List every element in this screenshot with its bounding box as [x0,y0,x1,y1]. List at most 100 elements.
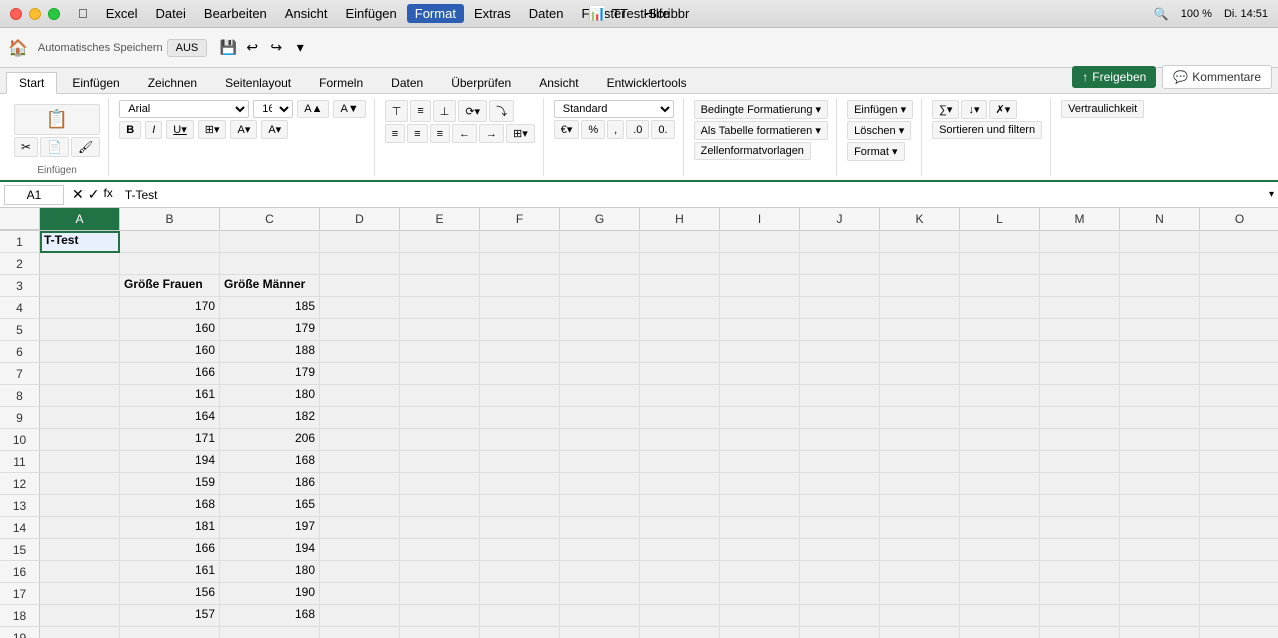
cell-L9[interactable] [960,407,1040,429]
cell-L19[interactable] [960,627,1040,638]
cell-D12[interactable] [320,473,400,495]
cell-C18[interactable]: 168 [220,605,320,627]
cell-E1[interactable] [400,231,480,253]
cell-E7[interactable] [400,363,480,385]
cell-D3[interactable] [320,275,400,297]
cell-L2[interactable] [960,253,1040,275]
cell-E16[interactable] [400,561,480,583]
tab-ueberprufen[interactable]: Überprüfen [438,72,524,93]
bearbeiten-menu[interactable]: Bearbeiten [196,4,275,23]
cell-C4[interactable]: 185 [220,297,320,319]
cell-N10[interactable] [1120,429,1200,451]
col-header-L[interactable]: L [960,208,1040,230]
cell-E12[interactable] [400,473,480,495]
minimize-button[interactable] [29,8,41,20]
cell-C5[interactable]: 179 [220,319,320,341]
cell-L1[interactable] [960,231,1040,253]
cell-C7[interactable]: 179 [220,363,320,385]
cell-I9[interactable] [720,407,800,429]
cell-M5[interactable] [1040,319,1120,341]
tab-ansicht[interactable]: Ansicht [526,72,591,93]
cell-N17[interactable] [1120,583,1200,605]
cell-M8[interactable] [1040,385,1120,407]
cell-L15[interactable] [960,539,1040,561]
cell-H17[interactable] [640,583,720,605]
col-header-K[interactable]: K [880,208,960,230]
cell-K2[interactable] [880,253,960,275]
cell-D10[interactable] [320,429,400,451]
font-name-select[interactable]: Arial [119,100,249,118]
cell-D6[interactable] [320,341,400,363]
align-bottom-button[interactable]: ⊥ [433,100,457,122]
cell-M2[interactable] [1040,253,1120,275]
cell-C16[interactable]: 180 [220,561,320,583]
cell-C19[interactable] [220,627,320,638]
traffic-lights[interactable] [10,8,60,20]
cell-G14[interactable] [560,517,640,539]
cell-F1[interactable] [480,231,560,253]
cell-F3[interactable] [480,275,560,297]
align-left-button[interactable]: ≡ [385,124,405,143]
cell-O13[interactable] [1200,495,1278,517]
cell-I8[interactable] [720,385,800,407]
table-format-button[interactable]: Als Tabelle formatieren ▾ [694,121,828,140]
cell-N18[interactable] [1120,605,1200,627]
cell-O16[interactable] [1200,561,1278,583]
cell-K5[interactable] [880,319,960,341]
cell-D19[interactable] [320,627,400,638]
cell-K3[interactable] [880,275,960,297]
cell-D7[interactable] [320,363,400,385]
comments-button[interactable]: 💬 Kommentare [1162,65,1272,89]
cell-A15[interactable] [40,539,120,561]
tab-zeichnen[interactable]: Zeichnen [135,72,210,93]
cell-J3[interactable] [800,275,880,297]
cell-I13[interactable] [720,495,800,517]
cell-G15[interactable] [560,539,640,561]
cell-H19[interactable] [640,627,720,638]
sort-filter-button[interactable]: Sortieren und filtern [932,121,1042,139]
decrease-font-button[interactable]: A▼ [333,100,365,118]
tab-seitenlayout[interactable]: Seitenlayout [212,72,304,93]
cell-A4[interactable] [40,297,120,319]
cell-C17[interactable]: 190 [220,583,320,605]
cell-M11[interactable] [1040,451,1120,473]
cell-O8[interactable] [1200,385,1278,407]
col-header-H[interactable]: H [640,208,720,230]
col-header-A[interactable]: A [40,208,120,230]
cell-C12[interactable]: 186 [220,473,320,495]
cell-G1[interactable] [560,231,640,253]
cell-F16[interactable] [480,561,560,583]
italic-button[interactable]: I [145,121,162,139]
cell-C10[interactable]: 206 [220,429,320,451]
cell-A18[interactable] [40,605,120,627]
cell-A6[interactable] [40,341,120,363]
cell-A13[interactable] [40,495,120,517]
cell-B9[interactable]: 164 [120,407,220,429]
clear-button[interactable]: ✗▾ [989,100,1018,119]
cell-K6[interactable] [880,341,960,363]
cell-E5[interactable] [400,319,480,341]
cell-B12[interactable]: 159 [120,473,220,495]
cell-H12[interactable] [640,473,720,495]
increase-font-button[interactable]: A▲ [297,100,329,118]
cell-D4[interactable] [320,297,400,319]
wrap-text-button[interactable]: ⤵ [489,100,514,122]
cell-G18[interactable] [560,605,640,627]
cell-G4[interactable] [560,297,640,319]
cell-L17[interactable] [960,583,1040,605]
cell-N7[interactable] [1120,363,1200,385]
cell-G12[interactable] [560,473,640,495]
col-header-F[interactable]: F [480,208,560,230]
datei-menu[interactable]: Datei [148,4,194,23]
cell-G11[interactable] [560,451,640,473]
ansicht-menu[interactable]: Ansicht [277,4,336,23]
cell-E2[interactable] [400,253,480,275]
cell-B13[interactable]: 168 [120,495,220,517]
cell-M17[interactable] [1040,583,1120,605]
cell-I7[interactable] [720,363,800,385]
home-icon[interactable]: 🏠 [8,38,28,58]
col-header-I[interactable]: I [720,208,800,230]
cell-B7[interactable]: 166 [120,363,220,385]
currency-button[interactable]: €▾ [554,120,580,139]
cell-N2[interactable] [1120,253,1200,275]
